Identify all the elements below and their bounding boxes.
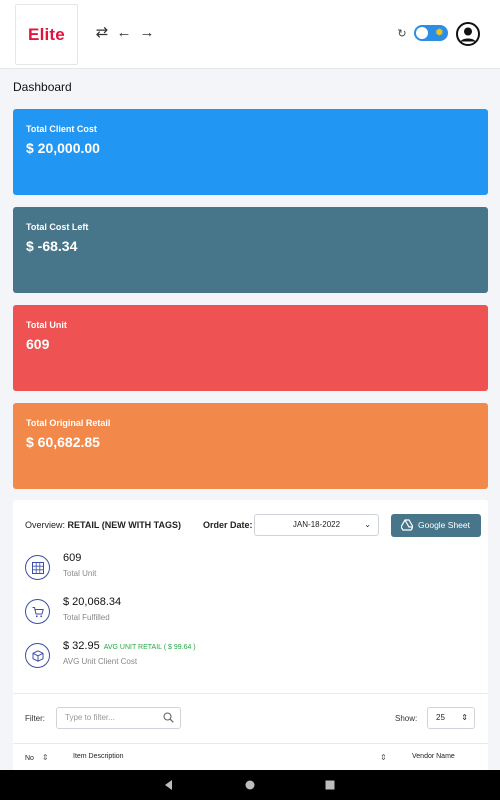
card-value: $ 60,682.85	[26, 434, 100, 450]
page-size-value: 25	[436, 713, 445, 722]
forward-arrow-icon[interactable]: →	[139, 24, 155, 42]
filter-placeholder: Type to filter...	[65, 713, 115, 722]
box-icon	[25, 643, 50, 668]
stat-value: $ 20,068.34	[63, 596, 122, 608]
card-value: 609	[26, 336, 50, 352]
stat-label: Total Unit	[63, 569, 97, 578]
show-label: Show:	[395, 714, 418, 723]
search-icon	[163, 712, 174, 723]
order-date-select[interactable]: JAN-18-2022 ⌄	[254, 514, 379, 536]
column-header-vendor-name[interactable]: Vendor Name	[412, 753, 455, 760]
refresh-icon[interactable]: ↻	[396, 27, 408, 41]
swap-icon[interactable]: ⇄	[94, 24, 110, 42]
overview-prefix: Overview:	[25, 520, 66, 530]
chevron-updown-icon: ⇕	[461, 713, 468, 722]
overview-title: RETAIL (NEW WITH TAGS)	[67, 520, 182, 530]
stat-label: Total Fulfilled	[63, 613, 110, 622]
sun-icon: ✹	[434, 27, 444, 39]
logo-text: Elite	[28, 24, 65, 44]
stat-total-unit: 609 Total Unit	[25, 552, 325, 586]
card-label: Total Unit	[26, 320, 67, 330]
back-nav-icon[interactable]	[161, 777, 177, 793]
top-bar: Elite ⇄ ← → ↻ ✹	[0, 0, 500, 69]
card-label: Total Original Retail	[26, 418, 111, 428]
stat-label: AVG Unit Client Cost	[63, 657, 138, 666]
column-header-label: Vendor Name	[412, 753, 455, 760]
sort-icon: ⇕	[41, 753, 49, 762]
stat-avg-unit-cost: $ 32.95 AVG UNIT RETAIL ( $ 99.64 ) AVG U…	[25, 640, 325, 674]
order-date-value: JAN-18-2022	[292, 520, 341, 529]
order-date-label: Order Date:	[203, 520, 253, 530]
stat-value: $ 32.95 AVG UNIT RETAIL ( $ 99.64 )	[63, 640, 196, 652]
overview-panel: Overview: RETAIL (NEW WITH TAGS) Order D…	[13, 500, 488, 780]
card-label: Total Cost Left	[26, 222, 89, 232]
column-header-item-description[interactable]: Item Description	[73, 753, 124, 760]
column-header-label: Item Description	[73, 753, 124, 760]
google-sheet-label: Google Sheet	[418, 520, 470, 530]
cart-icon	[25, 599, 50, 624]
filter-label: Filter:	[25, 714, 45, 723]
page-size-select[interactable]: 25 ⇕	[427, 707, 475, 729]
stat-value: 609	[63, 552, 82, 564]
logo[interactable]: Elite	[15, 4, 78, 65]
drive-icon	[401, 519, 413, 531]
card-total-original-retail: Total Original Retail $ 60,682.85	[13, 403, 488, 489]
avg-unit-retail: AVG UNIT RETAIL ( $ 99.64 )	[103, 644, 196, 651]
stat-total-fulfilled: $ 20,068.34 Total Fulfilled	[25, 596, 325, 630]
card-value: $ -68.34	[26, 238, 78, 254]
google-sheet-button[interactable]: Google Sheet	[391, 514, 481, 537]
grid-icon	[25, 555, 50, 580]
chevron-down-icon: ⌄	[364, 520, 371, 529]
theme-toggle[interactable]: ✹	[414, 25, 448, 41]
filter-input[interactable]: Type to filter...	[56, 707, 181, 729]
card-label: Total Client Cost	[26, 124, 97, 134]
card-total-client-cost: Total Client Cost $ 20,000.00	[13, 109, 488, 195]
recents-nav-icon[interactable]	[322, 777, 338, 793]
toggle-knob	[416, 27, 428, 39]
card-value: $ 20,000.00	[26, 140, 100, 156]
overview-label: Overview: RETAIL (NEW WITH TAGS)	[25, 520, 181, 530]
divider	[13, 693, 488, 694]
card-total-cost-left: Total Cost Left $ -68.34	[13, 207, 488, 293]
system-nav-bar	[0, 770, 500, 800]
user-avatar-icon[interactable]	[456, 22, 480, 46]
back-arrow-icon[interactable]: ←	[116, 24, 132, 42]
column-header-no[interactable]: No ⇕	[25, 753, 49, 762]
page-title: Dashboard	[13, 80, 72, 94]
sort-icon[interactable]: ⇕	[380, 753, 387, 762]
avg-unit-cost-value: $ 32.95	[63, 640, 100, 652]
column-header-label: No	[25, 755, 34, 762]
home-nav-icon[interactable]	[242, 777, 258, 793]
card-total-unit: Total Unit 609	[13, 305, 488, 391]
divider	[13, 743, 488, 744]
